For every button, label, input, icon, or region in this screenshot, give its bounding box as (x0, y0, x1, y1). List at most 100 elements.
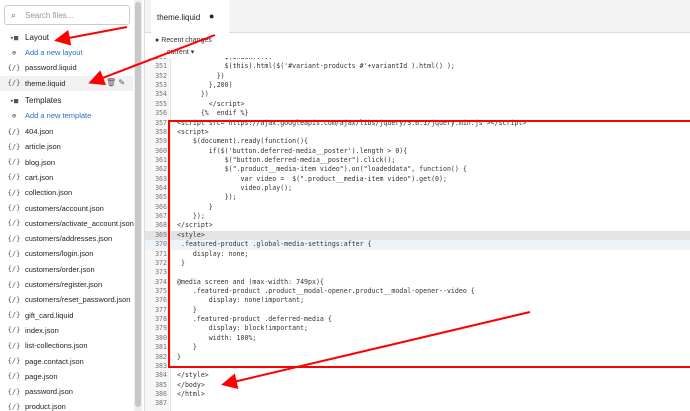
line-text: .featured-product .product__modal-opener… (177, 287, 475, 295)
code-line[interactable]: 387 (145, 399, 690, 408)
file-item[interactable]: {/} page.contact.json (0, 354, 84, 369)
code-line[interactable]: 361 $("button.deferred-media__poster").c… (145, 156, 690, 165)
code-line[interactable]: 354 }) (145, 90, 690, 99)
version-dropdown[interactable]: current ▾ (167, 48, 194, 56)
file-item[interactable]: {/} password.json (0, 384, 73, 399)
code-line[interactable]: 357 <script src="https://ajax.googleapis.… (145, 119, 690, 128)
code-line[interactable]: 352 }) (145, 72, 690, 81)
item-label: Templates (25, 96, 62, 105)
code-line[interactable]: 381 } (145, 343, 690, 352)
pencil-icon[interactable]: ✎ (118, 78, 125, 87)
code-line[interactable]: 355 </script> (145, 100, 690, 109)
folder-layout[interactable]: ▾■ Layout (0, 30, 49, 45)
line-text: .featured-product .global-media-settings… (177, 240, 372, 249)
file-item[interactable]: {/} 404.json (0, 124, 54, 139)
item-label: cart.json (25, 172, 54, 182)
code-line[interactable]: 385 </body> (145, 381, 690, 390)
code-line[interactable]: 383 (145, 362, 690, 371)
line-number: 370 (155, 240, 167, 249)
file-item[interactable]: {/} customers/order.json (0, 262, 95, 277)
code-line[interactable]: 358 <script> (145, 128, 690, 137)
code-line[interactable]: 371 display: none; (145, 250, 690, 259)
line-number: 379 (155, 324, 167, 333)
code-line[interactable]: 366 } (145, 203, 690, 212)
item-label: password.json (25, 387, 73, 397)
file-code-icon: {/} (7, 402, 21, 411)
code-line[interactable]: 384 </style> (145, 371, 690, 380)
item-label: list-collections.json (25, 341, 88, 351)
code-line[interactable]: 374 @media screen and (max-width: 749px){ (145, 278, 690, 287)
line-number: 376 (155, 296, 167, 305)
file-item[interactable]: {/} blog.json (0, 155, 55, 170)
code-line[interactable]: 379 display: block!important; (145, 324, 690, 333)
code-line[interactable]: 378 .featured-product .deferred-media { (145, 315, 690, 324)
line-number: 366 (155, 202, 167, 211)
file-item[interactable]: {/} collection.json (0, 185, 72, 200)
code-line[interactable]: 376 display: none!important; (145, 296, 690, 305)
tab-label: theme.liquid (157, 13, 201, 22)
line-text: } (177, 202, 213, 211)
file-item[interactable]: {/} customers/reset_password.json (0, 292, 131, 307)
code-line[interactable]: 353 },200) (145, 81, 690, 90)
line-number: 358 (155, 127, 167, 136)
line-number: 378 (155, 315, 167, 324)
file-item[interactable]: {/} customers/register.json (0, 277, 102, 292)
line-number: 360 (155, 146, 167, 155)
code-line[interactable]: 370 .featured-product .global-media-sett… (145, 240, 690, 250)
item-label: page.json (25, 371, 58, 381)
code-line[interactable]: 377 } (145, 306, 690, 315)
code-line[interactable]: 359 $(document).ready(function(){ (145, 137, 690, 146)
file-item[interactable]: {/} article.json (0, 139, 61, 154)
item-label: password.liquid (25, 63, 77, 72)
file-item[interactable]: {/} list-collections.json (0, 338, 88, 353)
code-line[interactable]: 356 {% endif %} (145, 109, 690, 118)
code-line[interactable]: 372 } (145, 259, 690, 268)
item-label: gift_card.liquid (25, 310, 74, 320)
file-item[interactable]: {/} cart.json (0, 170, 54, 185)
file-item[interactable]: {/} password.liquid (0, 60, 77, 75)
code-editor[interactable]: 350 $(index)....351 $(this).html($('#var… (145, 58, 690, 411)
code-line[interactable]: 382} (145, 353, 690, 362)
code-line[interactable]: 369 <style> (145, 230, 690, 241)
code-line[interactable]: 373 (145, 268, 690, 277)
code-line[interactable]: 365 }); (145, 193, 690, 202)
line-number: 377 (155, 305, 167, 314)
line-text: </script> (177, 221, 213, 230)
code-line[interactable]: 362 $(".product__media-item video").on("… (145, 165, 690, 174)
add-layout-link[interactable]: ⊕ Add a new layout (0, 45, 83, 60)
code-line[interactable]: 351 $(this).html($('#variant-products #'… (145, 62, 690, 71)
line-number: 362 (155, 165, 167, 174)
line-text: $(this).html($('#variant-products #'+var… (177, 62, 455, 71)
file-item[interactable]: {/} page.json (0, 369, 58, 384)
code-line[interactable]: 380 width: 100%; (145, 334, 690, 343)
trash-icon[interactable]: 🗑 (106, 78, 116, 87)
tab-theme-liquid[interactable]: theme.liquid ● (151, 0, 229, 33)
add-template-link[interactable]: ⊕ Add a new template (0, 108, 91, 123)
file-code-icon: {/} (7, 341, 21, 350)
code-line[interactable]: 375 .featured-product .product__modal-op… (145, 287, 690, 296)
sidebar-scrollbar[interactable] (134, 0, 142, 411)
line-number: 357 (155, 118, 167, 127)
file-item[interactable]: {/} gift_card.liquid (0, 308, 74, 323)
file-item[interactable]: {/} customers/activate_account.json (0, 216, 134, 231)
recent-changes-label[interactable]: ● Recent changes (155, 37, 212, 44)
scrollbar-thumb[interactable] (135, 2, 141, 407)
file-code-icon: {/} (7, 265, 21, 274)
file-item[interactable]: {/} customers/addresses.json (0, 231, 112, 246)
search-input[interactable]: ⌕ Search files... (4, 5, 130, 25)
line-text: }) (177, 71, 225, 80)
folder-templates[interactable]: ▾■ Templates (0, 93, 62, 108)
code-line[interactable]: 363 var video = $(".product__media-item … (145, 175, 690, 184)
code-line[interactable]: 360 if($('button.deferred-media__poster'… (145, 147, 690, 156)
code-line[interactable]: 368 </script> (145, 221, 690, 230)
code-line[interactable]: 364 video.play(); (145, 184, 690, 193)
file-item[interactable]: {/} customers/login.json (0, 246, 94, 261)
line-text: } (177, 258, 185, 267)
file-item[interactable]: {/} customers/account.json (0, 201, 104, 216)
code-line[interactable]: 367 }); (145, 212, 690, 221)
file-code-icon: {/} (7, 295, 21, 304)
code-line[interactable]: 386 </html> (145, 390, 690, 399)
item-label: collection.json (25, 188, 73, 198)
file-item[interactable]: {/} index.json (0, 323, 59, 338)
file-item[interactable]: {/} product.json (0, 399, 66, 411)
